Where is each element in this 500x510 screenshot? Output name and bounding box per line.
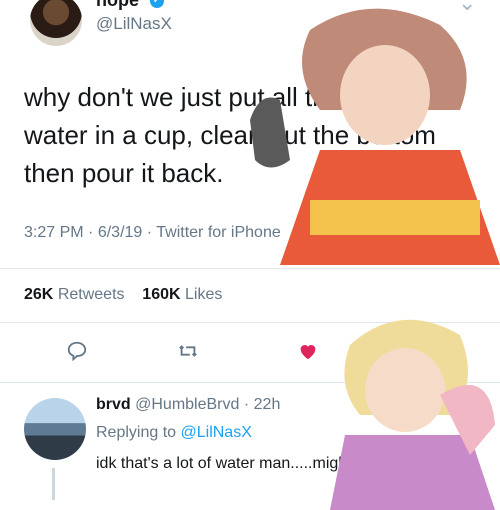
thread-line	[52, 468, 55, 500]
reply-age: 22h	[253, 396, 281, 413]
heart-icon[interactable]	[296, 340, 320, 368]
anime-character-overlay	[330, 319, 495, 510]
replying-to-mention[interactable]: @LilNasX	[181, 424, 252, 441]
reply-header: brvd @HumbleBrvd · 22h	[96, 396, 280, 414]
meta-separator: ·	[88, 224, 98, 241]
verified-badge-icon: ✓	[150, 0, 164, 8]
reply-author-avatar[interactable]	[24, 398, 86, 460]
retweets-label[interactable]: Retweets	[58, 286, 125, 303]
replying-to: Replying to @LilNasX	[96, 424, 252, 442]
tweet-date: 6/3/19	[97, 224, 143, 241]
likes-label[interactable]: Likes	[185, 286, 222, 303]
tweet-stats: 26K Retweets 160K Likes	[24, 286, 222, 304]
anime-character-overlay	[250, 8, 500, 265]
author-display-name[interactable]: nope	[96, 0, 139, 11]
tweet-time: 3:27 PM	[24, 224, 84, 241]
tweet-meta: 3:27 PM · 6/3/19 · Twitter for iPhone	[24, 224, 281, 242]
likes-count[interactable]: 160K	[142, 286, 180, 303]
reply-handle[interactable]: @HumbleBrvd	[135, 396, 239, 413]
author-avatar[interactable]	[30, 0, 82, 46]
reply-display-name[interactable]: brvd	[96, 396, 131, 413]
replying-prefix: Replying to	[96, 424, 177, 441]
retweet-icon[interactable]	[176, 340, 200, 368]
retweets-count[interactable]: 26K	[24, 286, 53, 303]
meta-separator: ·	[243, 396, 254, 413]
author-handle[interactable]: @LilNasX	[96, 14, 172, 34]
reply-icon[interactable]	[66, 340, 88, 368]
meta-separator: ·	[146, 224, 157, 241]
divider	[0, 268, 500, 269]
